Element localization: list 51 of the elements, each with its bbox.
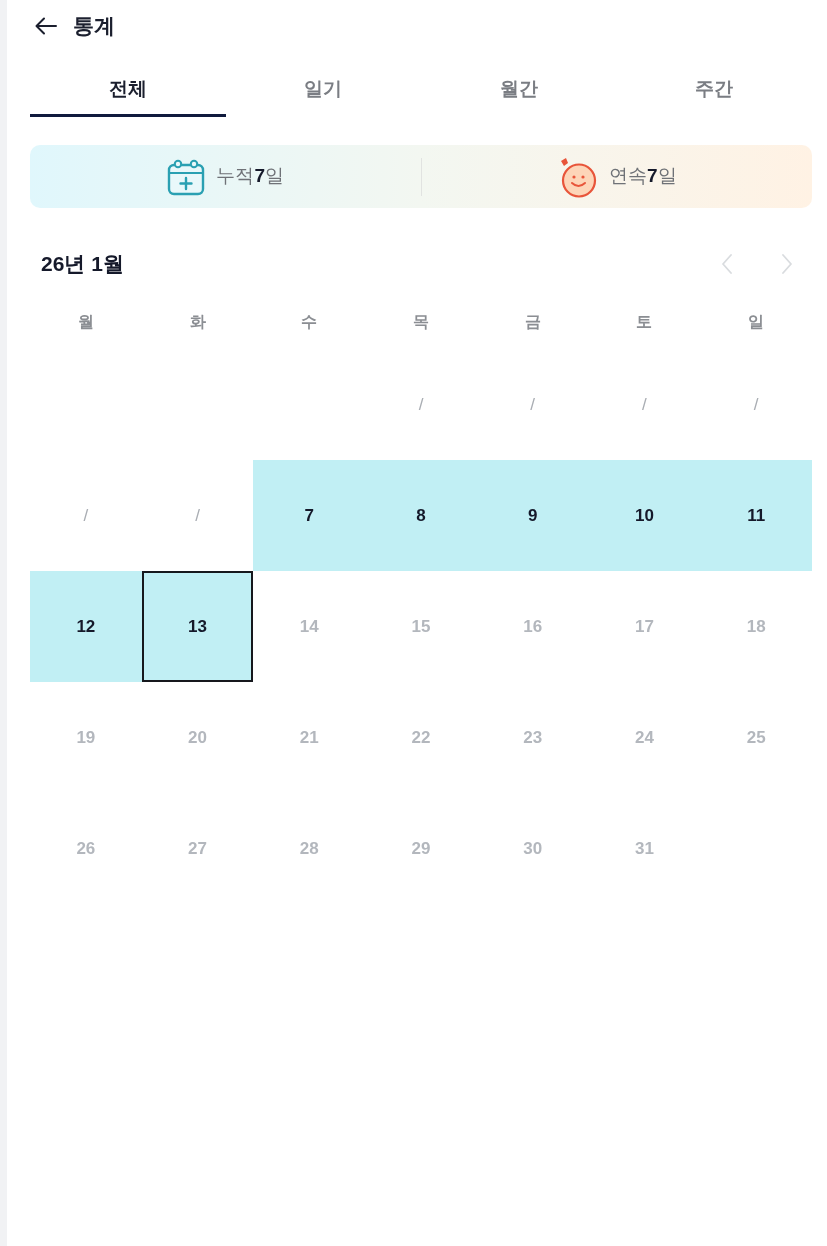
day-cell[interactable]: 14 (253, 571, 366, 682)
day-cell[interactable]: 16 (476, 571, 589, 682)
tab[interactable]: 주간 (616, 62, 812, 117)
day-cell[interactable]: / (476, 349, 589, 460)
weekday-label: 일 (747, 312, 766, 332)
day-cell[interactable]: 26 (30, 793, 142, 904)
day-cell[interactable]: / (30, 460, 142, 571)
day-cell[interactable]: 13 (141, 571, 254, 682)
day-cell[interactable]: / (588, 349, 701, 460)
weekday-label: 금 (523, 312, 542, 332)
tab[interactable]: 전체 (30, 62, 226, 117)
day-cell[interactable]: 30 (476, 793, 589, 904)
day-cell[interactable]: 25 (700, 682, 812, 793)
day-cell[interactable]: 22 (365, 682, 477, 793)
day-cell[interactable]: 28 (253, 793, 366, 904)
weekday-label: 목 (412, 312, 430, 332)
day-cell[interactable]: 19 (30, 682, 142, 793)
weekday-label: 수 (300, 312, 319, 332)
weekday-label: 토 (635, 312, 654, 332)
day-cell[interactable]: 24 (588, 682, 701, 793)
day-cell[interactable]: 7 (253, 460, 366, 571)
chevron-right-icon (780, 253, 794, 275)
back-button[interactable] (35, 17, 57, 35)
day-cell[interactable]: 23 (476, 682, 589, 793)
day-cell[interactable]: 18 (700, 571, 812, 682)
day-cell[interactable]: 20 (141, 682, 254, 793)
month-title: 26년 1월 (41, 251, 124, 278)
day-cell[interactable]: / (700, 349, 812, 460)
day-cell[interactable]: 27 (141, 793, 254, 904)
day-cell[interactable]: / (365, 349, 477, 460)
day-cell[interactable]: 21 (253, 682, 366, 793)
day-cell[interactable]: 11 (700, 460, 812, 571)
day-cell[interactable]: 31 (588, 793, 701, 904)
day-cell[interactable]: 9 (476, 460, 589, 571)
tab[interactable]: 월간 (421, 62, 617, 117)
page-title: 통계 (73, 13, 115, 40)
day-cell[interactable]: / (141, 460, 254, 571)
weekday-label: 화 (188, 312, 207, 332)
weekday-label: 월 (76, 312, 95, 332)
day-cell[interactable]: 15 (365, 571, 477, 682)
calendar-plus-icon (166, 157, 207, 196)
day-cell[interactable]: 8 (365, 460, 477, 571)
day-cell[interactable]: 29 (365, 793, 477, 904)
tab[interactable]: 일기 (225, 62, 421, 117)
day-cell[interactable]: 12 (30, 571, 142, 682)
summary-text: 연속7일 (608, 164, 677, 189)
back-arrow-icon (35, 17, 57, 35)
day-cell[interactable]: 10 (588, 460, 701, 571)
chevron-left-icon (720, 253, 734, 275)
day-cell[interactable]: 17 (588, 571, 701, 682)
summary-text: 누적7일 (216, 164, 285, 189)
